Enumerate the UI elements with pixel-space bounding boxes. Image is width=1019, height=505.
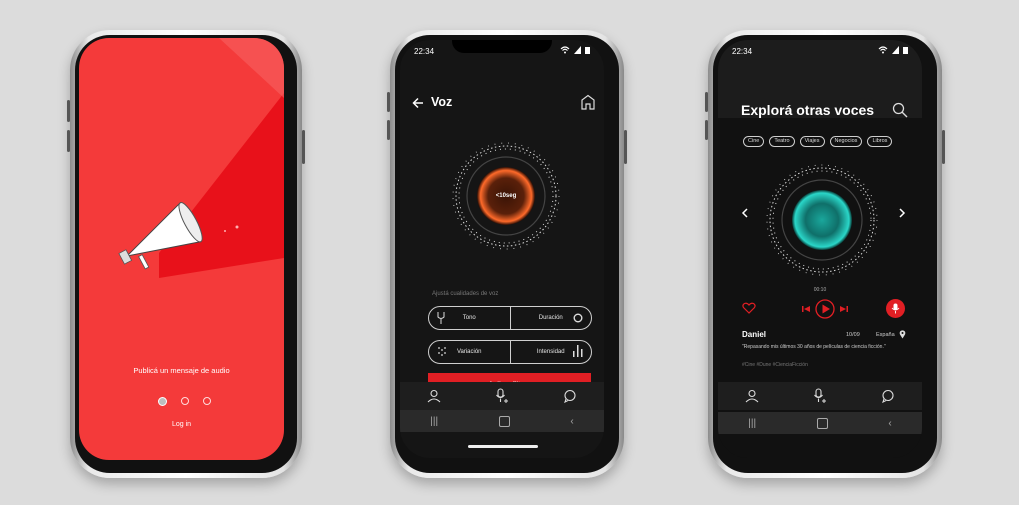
voice-orb[interactable] (792, 190, 852, 250)
filter-label: Duración (538, 315, 563, 321)
volume-button (67, 130, 70, 152)
power-button (942, 130, 945, 164)
phone-voice-editor: 22:34 Voz <10seg Ajustá cualidades de vo… (387, 30, 627, 478)
back-arrow-icon[interactable] (412, 97, 424, 109)
category-pill[interactable]: Libros (867, 136, 893, 147)
status-time: 22:34 (414, 47, 435, 56)
status-bar: 22:34 (718, 46, 922, 60)
dots-variation-icon (438, 347, 446, 356)
timer-icon (573, 313, 583, 323)
filter-tone[interactable]: Tono (429, 307, 510, 329)
profile-icon[interactable] (427, 389, 441, 403)
author-name[interactable]: Daniel (742, 330, 766, 339)
page-dot-active[interactable] (158, 397, 167, 406)
post-location: España (876, 332, 895, 338)
category-pill[interactable]: Teatro (769, 136, 795, 147)
page-dot[interactable] (203, 397, 211, 405)
filter-row-2: Variación Intensidad (428, 340, 592, 364)
signal-icon (574, 46, 581, 54)
chevron-left-icon[interactable] (741, 208, 749, 218)
skip-back-icon[interactable] (802, 305, 810, 313)
phone-explore: 22:34 Explorá otras voces Cine Teatro Vi… (705, 30, 945, 478)
filter-label: Variación (456, 349, 482, 355)
player-controls (802, 299, 848, 319)
home-nav-icon[interactable] (498, 415, 510, 427)
system-nav-bar: ||| ‹ (718, 412, 922, 434)
back-nav-icon[interactable]: ‹ (888, 418, 891, 429)
category-pill[interactable]: Cine (743, 136, 765, 147)
play-button[interactable] (815, 299, 835, 319)
chevron-right-icon[interactable] (898, 208, 906, 218)
microphone-add-icon[interactable] (812, 388, 828, 404)
voice-visualizer[interactable] (752, 156, 892, 284)
microphone-add-icon[interactable] (494, 388, 510, 404)
home-indicator[interactable] (468, 445, 538, 448)
recents-icon[interactable]: ||| (748, 418, 756, 429)
battery-icon (903, 47, 908, 54)
volume-button (705, 92, 708, 112)
recorder-duration: <10seg (495, 193, 517, 199)
voice-editor-screen: 22:34 Voz <10seg Ajustá cualidades de vo… (400, 40, 604, 458)
back-nav-icon[interactable]: ‹ (570, 416, 573, 427)
login-link[interactable]: Log in (79, 421, 284, 428)
volume-button (705, 120, 708, 140)
post-quote: "Repasando mis últimos 30 años de pelícu… (742, 344, 886, 350)
filter-label: Intensidad (536, 349, 565, 355)
wifi-icon (560, 46, 570, 54)
volume-button (387, 120, 390, 140)
filter-variation[interactable]: Variación (429, 341, 510, 363)
onboarding-message: Publicá un mensaje de audio (133, 366, 230, 375)
page-title: Explorá otras voces (741, 102, 875, 118)
home-icon[interactable] (580, 94, 596, 110)
post-hashtags: #Cine #Dune #CienciaFicción (742, 362, 808, 368)
power-button (302, 130, 305, 164)
volume-button (67, 100, 70, 122)
signal-icon (892, 46, 899, 54)
bottom-tab-bar (718, 382, 922, 410)
bars-icon (573, 345, 583, 357)
section-label: Ajustá cualidades de voz (432, 291, 499, 297)
category-pill[interactable]: Negocios (829, 136, 863, 147)
filter-intensity[interactable]: Intensidad (509, 341, 592, 363)
page-title: Voz (431, 95, 453, 109)
phone-onboarding: Publicá un mensaje de audio Log in (67, 30, 305, 478)
page-dot[interactable] (181, 397, 189, 405)
home-nav-icon[interactable] (816, 417, 828, 429)
system-nav-bar: ||| ‹ (400, 410, 604, 432)
wifi-icon (878, 46, 888, 54)
onboarding-screen: Publicá un mensaje de audio Log in (79, 38, 284, 460)
power-button (624, 130, 627, 164)
battery-icon (585, 47, 590, 54)
recents-icon[interactable]: ||| (430, 416, 438, 427)
location-pin-icon (899, 330, 906, 339)
filter-row-1: Tono Duración (428, 306, 592, 330)
category-pill[interactable]: Viajes (799, 136, 825, 147)
status-time: 22:34 (732, 47, 753, 56)
chat-icon[interactable] (563, 389, 577, 403)
search-icon[interactable] (892, 102, 908, 118)
post-date: 10/09 (846, 332, 860, 338)
tuning-fork-icon (437, 312, 445, 324)
status-bar: 22:34 (400, 46, 604, 60)
page-indicator[interactable] (158, 397, 211, 406)
skip-forward-icon[interactable] (840, 305, 848, 313)
explore-screen: 22:34 Explorá otras voces Cine Teatro Vi… (718, 40, 922, 458)
profile-icon[interactable] (745, 389, 759, 403)
bottom-tab-bar (400, 382, 604, 410)
category-filters: Cine Teatro Viajes Negocios Libros (743, 136, 893, 147)
record-mic-button[interactable] (886, 299, 905, 318)
filter-duration[interactable]: Duración (509, 307, 592, 329)
heart-icon[interactable] (742, 302, 756, 314)
volume-button (387, 92, 390, 112)
filter-label: Tono (462, 315, 476, 321)
chat-icon[interactable] (881, 389, 895, 403)
elapsed-time: 00:10 (813, 287, 827, 293)
